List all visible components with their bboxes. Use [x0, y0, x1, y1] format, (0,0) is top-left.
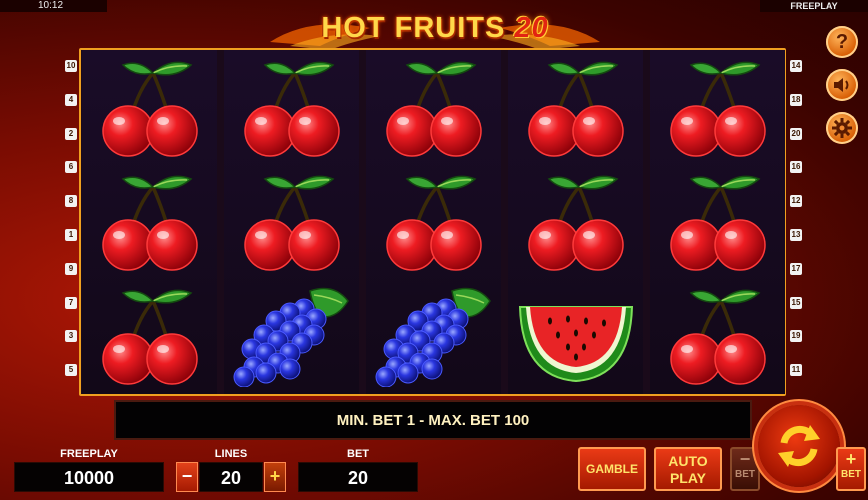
cherry-icon — [82, 50, 217, 164]
lines-value: 20 — [199, 462, 263, 492]
bet-increase-label: BET — [841, 469, 861, 480]
watermelon-icon — [508, 278, 643, 392]
balance-label: FREEPLAY — [60, 448, 118, 460]
cherry-icon — [650, 50, 785, 164]
cherry-icon — [366, 164, 501, 278]
left-line-indicator: 8 — [65, 195, 77, 208]
cherry-icon — [508, 50, 643, 164]
settings-button[interactable] — [826, 112, 858, 144]
cherry-icon — [224, 50, 359, 164]
left-line-indicator: 1 — [65, 229, 77, 241]
mode-indicator: FREEPLAY — [760, 0, 868, 12]
cherry-icon — [508, 164, 643, 278]
right-line-indicator: 15 — [790, 296, 802, 309]
left-line-indicator: 9 — [65, 262, 77, 275]
sound-button[interactable] — [826, 69, 858, 101]
lines-increase-button[interactable]: + — [264, 462, 286, 492]
autoplay-label-1: AUTO — [668, 453, 708, 469]
reel-3 — [366, 50, 501, 394]
right-line-indicator: 12 — [790, 195, 802, 208]
spin-button[interactable] — [758, 405, 840, 487]
game-logo: HOT FRUITS 20 — [230, 6, 640, 52]
help-icon: ? — [835, 30, 849, 53]
cherry-icon — [366, 50, 501, 164]
sound-icon — [834, 78, 849, 92]
grapes-icon — [366, 278, 501, 392]
reel-2 — [224, 50, 359, 394]
bet-decrease-button[interactable]: − BET — [730, 447, 760, 491]
left-line-indicator: 5 — [65, 364, 77, 377]
autoplay-label-2: PLAY — [669, 470, 707, 486]
reel-5 — [650, 50, 785, 394]
bet-decrease-label: BET — [735, 469, 755, 480]
right-line-indicator: 11 — [790, 364, 802, 377]
left-line-indicators: 10 4 2 6 8 1 9 7 3 5 — [64, 60, 78, 390]
spin-arrows-icon — [778, 425, 820, 467]
gamble-button[interactable]: GAMBLE — [578, 447, 646, 491]
cherry-icon — [650, 164, 785, 278]
lines-decrease-button[interactable]: − — [176, 462, 198, 492]
bet-increase-button[interactable]: + BET — [836, 447, 866, 491]
right-line-indicator: 13 — [790, 229, 802, 241]
bet-label: BET — [347, 448, 369, 460]
cherry-icon — [82, 278, 217, 392]
minus-icon: − — [739, 449, 751, 469]
reel-1 — [82, 50, 217, 394]
lines-label: LINES — [214, 448, 248, 460]
cherry-icon — [82, 164, 217, 278]
left-line-indicator: 4 — [65, 93, 77, 106]
bet-value: 20 — [298, 462, 418, 492]
right-line-indicator: 19 — [790, 330, 802, 343]
balance-value: 10000 — [14, 462, 164, 492]
right-line-indicator: 20 — [790, 127, 802, 140]
clock: 10:12 — [0, 0, 107, 12]
left-line-indicator: 3 — [65, 330, 77, 343]
reel-4 — [508, 50, 643, 394]
left-line-indicator: 7 — [65, 296, 77, 309]
logo-text: HOT FRUITS 20 — [321, 12, 549, 44]
cherry-icon — [224, 164, 359, 278]
right-line-indicator: 16 — [790, 161, 802, 174]
cherry-icon — [650, 278, 785, 392]
plus-icon: + — [845, 449, 857, 469]
right-line-indicator: 14 — [790, 60, 802, 72]
settings-icon — [832, 118, 852, 138]
left-line-indicator: 10 — [65, 60, 77, 72]
right-line-indicator: 18 — [790, 93, 802, 106]
left-line-indicator: 2 — [65, 127, 77, 140]
left-line-indicator: 6 — [65, 161, 77, 174]
help-button[interactable]: ? — [826, 26, 858, 58]
bet-limits-message: MIN. BET 1 - MAX. BET 100 — [114, 400, 752, 440]
right-line-indicators: 14 18 20 16 12 13 17 15 19 11 — [789, 60, 803, 390]
autoplay-button[interactable]: AUTO PLAY — [654, 447, 722, 491]
right-line-indicator: 17 — [790, 262, 802, 275]
grapes-icon — [224, 278, 359, 392]
